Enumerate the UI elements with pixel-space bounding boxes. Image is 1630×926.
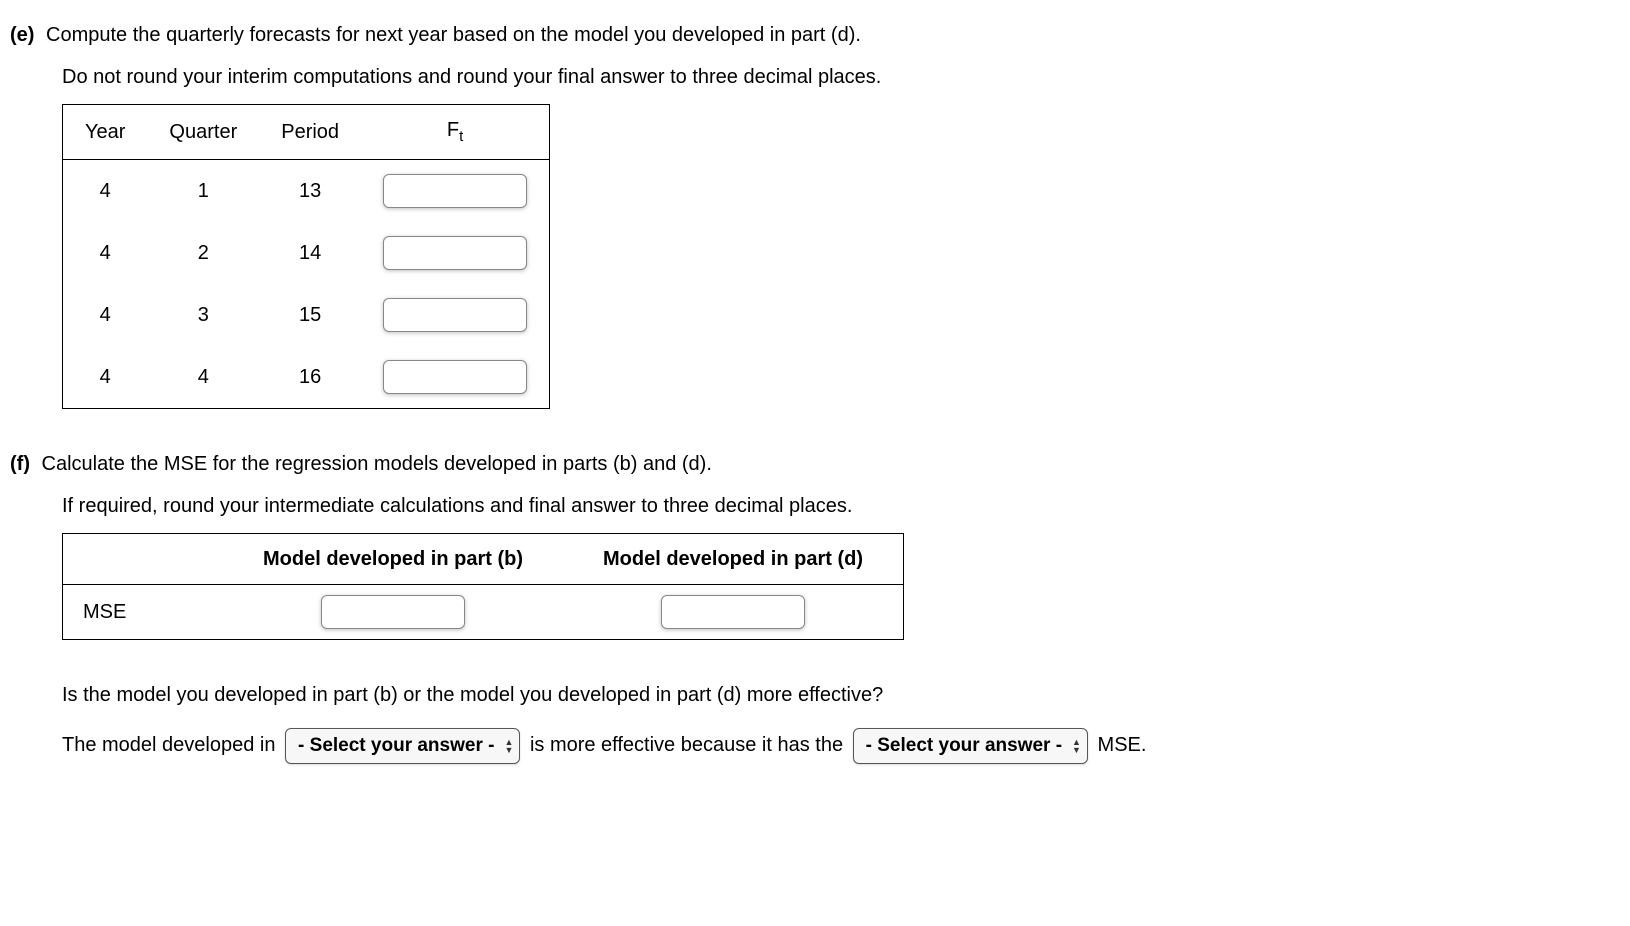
- mse-table: Model developed in part (b) Model develo…: [62, 533, 904, 640]
- select-placeholder: - Select your answer -: [866, 732, 1062, 761]
- sentence-mid: is more effective because it has the: [530, 734, 849, 756]
- updown-icon: ▲▼: [1072, 738, 1081, 754]
- table-row: 4 1 13: [63, 159, 550, 222]
- col-year: Year: [63, 105, 148, 160]
- row-label-mse: MSE: [63, 584, 224, 639]
- forecast-table: Year Quarter Period Ft 4 1 13 4 2 14: [62, 104, 550, 409]
- part-e-line2: Do not round your interim computations a…: [62, 66, 881, 88]
- cell-year: 4: [63, 284, 148, 346]
- col-ft: Ft: [361, 105, 550, 160]
- updown-icon: ▲▼: [504, 738, 513, 754]
- ft-input-16[interactable]: [383, 360, 527, 394]
- mse-compare-select[interactable]: - Select your answer - ▲▼: [853, 728, 1088, 765]
- table-row: MSE: [63, 584, 904, 639]
- cell-period: 14: [259, 222, 361, 284]
- cell-period: 15: [259, 284, 361, 346]
- cell-year: 4: [63, 222, 148, 284]
- col-quarter: Quarter: [147, 105, 259, 160]
- cell-year: 4: [63, 346, 148, 409]
- cell-quarter: 3: [147, 284, 259, 346]
- mse-input-b[interactable]: [321, 595, 465, 629]
- table-row: 4 4 16: [63, 346, 550, 409]
- select-placeholder: - Select your answer -: [298, 732, 494, 761]
- cell-year: 4: [63, 159, 148, 222]
- part-f-label: (f): [10, 453, 30, 475]
- cell-quarter: 2: [147, 222, 259, 284]
- cell-period: 13: [259, 159, 361, 222]
- effectiveness-question: Is the model you developed in part (b) o…: [62, 680, 1620, 710]
- col-model-b: Model developed in part (b): [223, 533, 563, 584]
- mse-input-d[interactable]: [661, 595, 805, 629]
- ft-input-13[interactable]: [383, 174, 527, 208]
- ft-input-15[interactable]: [383, 298, 527, 332]
- part-e-line1: Compute the quarterly forecasts for next…: [46, 24, 861, 46]
- part-f-line1: Calculate the MSE for the regression mod…: [42, 453, 712, 475]
- cell-quarter: 4: [147, 346, 259, 409]
- sentence-post: MSE.: [1098, 734, 1147, 756]
- cell-quarter: 1: [147, 159, 259, 222]
- table-row: 4 2 14: [63, 222, 550, 284]
- sentence-pre: The model developed in: [62, 734, 281, 756]
- table-row: 4 3 15: [63, 284, 550, 346]
- model-select[interactable]: - Select your answer - ▲▼: [285, 728, 520, 765]
- col-period: Period: [259, 105, 361, 160]
- cell-period: 16: [259, 346, 361, 409]
- col-blank: [63, 533, 224, 584]
- col-model-d: Model developed in part (d): [563, 533, 904, 584]
- ft-input-14[interactable]: [383, 236, 527, 270]
- part-e-label: (e): [10, 24, 34, 46]
- part-f-line2: If required, round your intermediate cal…: [62, 495, 852, 517]
